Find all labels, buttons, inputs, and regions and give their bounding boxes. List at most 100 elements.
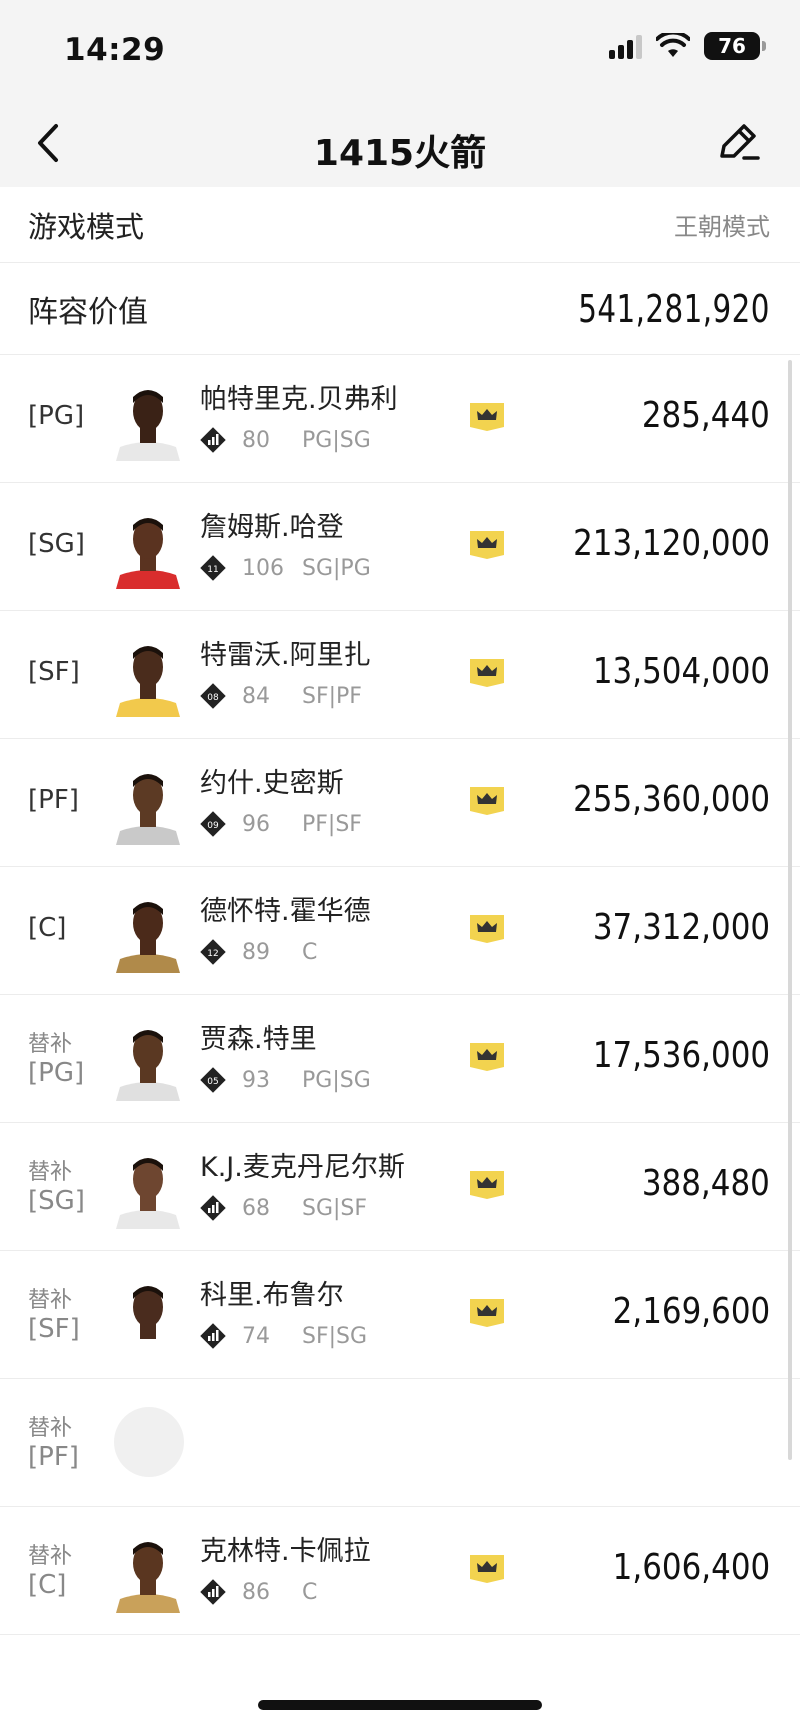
player-meta: 12 89 C [200, 939, 317, 965]
player-rating: 106 [242, 555, 284, 581]
slot-position: [SG] [28, 529, 85, 559]
player-positions: C [302, 1579, 318, 1605]
slot-position: [PF] [28, 785, 79, 815]
game-mode-row[interactable]: 游戏模式 王朝模式 [0, 187, 800, 263]
slot-position: [SF] [28, 657, 80, 687]
player-meta: 86 C [200, 1579, 317, 1605]
rating-badge-icon: 09 [200, 811, 226, 837]
player-avatar [112, 633, 184, 717]
rating-badge-icon: 11 [200, 555, 226, 581]
rating-badge-icon: 05 [200, 1067, 226, 1093]
rating-badge-icon [200, 1323, 226, 1349]
player-row[interactable]: 替补 [PG] 贾森.特里 05 93 PG|SG 17,536,000 [0, 995, 800, 1123]
status-icons: 76 [609, 32, 766, 60]
player-price: 17,536,000 [592, 1035, 770, 1076]
edit-icon[interactable] [714, 118, 762, 166]
game-mode-label: 游戏模式 [28, 209, 145, 244]
crown-icon [468, 1167, 506, 1199]
svg-text:11: 11 [207, 565, 218, 575]
bench-slot: 替补 [SG] [28, 1159, 85, 1215]
rating-badge-icon [200, 427, 226, 453]
player-price: 37,312,000 [592, 907, 770, 948]
signal-icon [609, 33, 642, 59]
svg-text:05: 05 [207, 1077, 218, 1087]
crown-icon [468, 1039, 506, 1071]
player-positions: SF|PF [302, 683, 362, 709]
player-meta: 68 SG|SF [200, 1195, 367, 1221]
player-positions: SF|SG [302, 1323, 368, 1349]
player-rating: 89 [242, 939, 270, 965]
bench-label: 替补 [28, 1288, 73, 1313]
bench-slot: 替补 [C] [28, 1543, 72, 1599]
empty-avatar[interactable] [114, 1407, 184, 1477]
rating-badge-icon [200, 1579, 226, 1605]
lineup-value-amount: 541,281,920 [578, 286, 770, 331]
crown-icon [468, 1551, 506, 1583]
status-time: 14:29 [64, 32, 166, 68]
player-price: 13,504,000 [592, 651, 770, 692]
bench-label: 替补 [28, 1544, 73, 1569]
player-row[interactable]: 替补 [SF] 科里.布鲁尔 74 SF|SG 2,169,600 [0, 1251, 800, 1379]
player-meta: 09 96 PF|SF [200, 811, 362, 837]
player-positions: SG|SF [302, 1195, 368, 1221]
player-avatar [112, 377, 184, 461]
player-name: 詹姆斯.哈登 [200, 512, 344, 543]
scrollbar[interactable] [788, 360, 792, 1460]
bench-label: 替补 [28, 1160, 73, 1185]
player-avatar [112, 1529, 184, 1613]
rating-badge-icon: 12 [200, 939, 226, 965]
bench-label: 替补 [28, 1032, 73, 1057]
home-indicator[interactable] [258, 1700, 542, 1710]
player-price: 255,360,000 [573, 779, 770, 820]
player-price: 2,169,600 [612, 1291, 770, 1332]
player-row[interactable]: 替补 [PF] [0, 1379, 800, 1507]
player-row[interactable]: [PF] 约什.史密斯 09 96 PF|SF 255,360,000 [0, 739, 800, 867]
crown-icon [468, 399, 506, 431]
rating-badge-icon: 08 [200, 683, 226, 709]
player-name: 贾森.特里 [200, 1024, 317, 1055]
player-row[interactable]: 替补 [C] 克林特.卡佩拉 86 C 1,606,400 [0, 1507, 800, 1635]
bench-slot: 替补 [PG] [28, 1031, 84, 1087]
crown-icon [468, 783, 506, 815]
player-name: 克林特.卡佩拉 [200, 1536, 371, 1567]
player-positions: PG|SG [302, 1067, 371, 1093]
crown-icon [468, 1295, 506, 1327]
crown-icon [468, 655, 506, 687]
top-bar: 14:29 76 1415火箭 [0, 0, 800, 187]
slot-position: [C] [28, 1570, 67, 1600]
player-row[interactable]: 替补 [SG] K.J.麦克丹尼尔斯 68 SG|SF 388,480 [0, 1123, 800, 1251]
player-row[interactable]: [SG] 詹姆斯.哈登 11 106 SG|PG 213,120,000 [0, 483, 800, 611]
player-price: 388,480 [641, 1163, 770, 1204]
slot-position: [PF] [28, 1442, 79, 1472]
player-avatar [112, 889, 184, 973]
rating-badge-icon [200, 1195, 226, 1221]
player-rating: 68 [242, 1195, 270, 1221]
player-rating: 86 [242, 1579, 270, 1605]
player-name: 科里.布鲁尔 [200, 1280, 344, 1311]
player-rating: 80 [242, 427, 270, 453]
svg-text:09: 09 [207, 821, 219, 831]
player-price: 213,120,000 [573, 523, 770, 564]
player-name: 约什.史密斯 [200, 768, 344, 799]
player-name: 德怀特.霍华德 [200, 896, 371, 927]
battery-icon: 76 [704, 32, 766, 60]
player-avatar [112, 1273, 184, 1357]
player-price: 285,440 [641, 395, 770, 436]
player-row[interactable]: [C] 德怀特.霍华德 12 89 C 37,312,000 [0, 867, 800, 995]
player-name: K.J.麦克丹尼尔斯 [200, 1152, 405, 1183]
wifi-icon [656, 33, 690, 57]
svg-text:08: 08 [207, 693, 219, 703]
slot-position: [PG] [28, 401, 85, 431]
bench-slot: 替补 [PF] [28, 1415, 79, 1471]
crown-icon [468, 911, 506, 943]
player-rating: 93 [242, 1067, 270, 1093]
lineup-value-label: 阵容价值 [28, 294, 148, 330]
game-mode-value: 王朝模式 [674, 213, 770, 241]
player-row[interactable]: [PG] 帕特里克.贝弗利 80 PG|SG 285,440 [0, 355, 800, 483]
player-avatar [112, 761, 184, 845]
lineup-value-row: 阵容价值 541,281,920 [0, 263, 800, 355]
player-meta: 05 93 PG|SG [200, 1067, 371, 1093]
player-row[interactable]: [SF] 特雷沃.阿里扎 08 84 SF|PF 13,504,000 [0, 611, 800, 739]
player-rating: 84 [242, 683, 270, 709]
bench-slot: 替补 [SF] [28, 1287, 80, 1343]
